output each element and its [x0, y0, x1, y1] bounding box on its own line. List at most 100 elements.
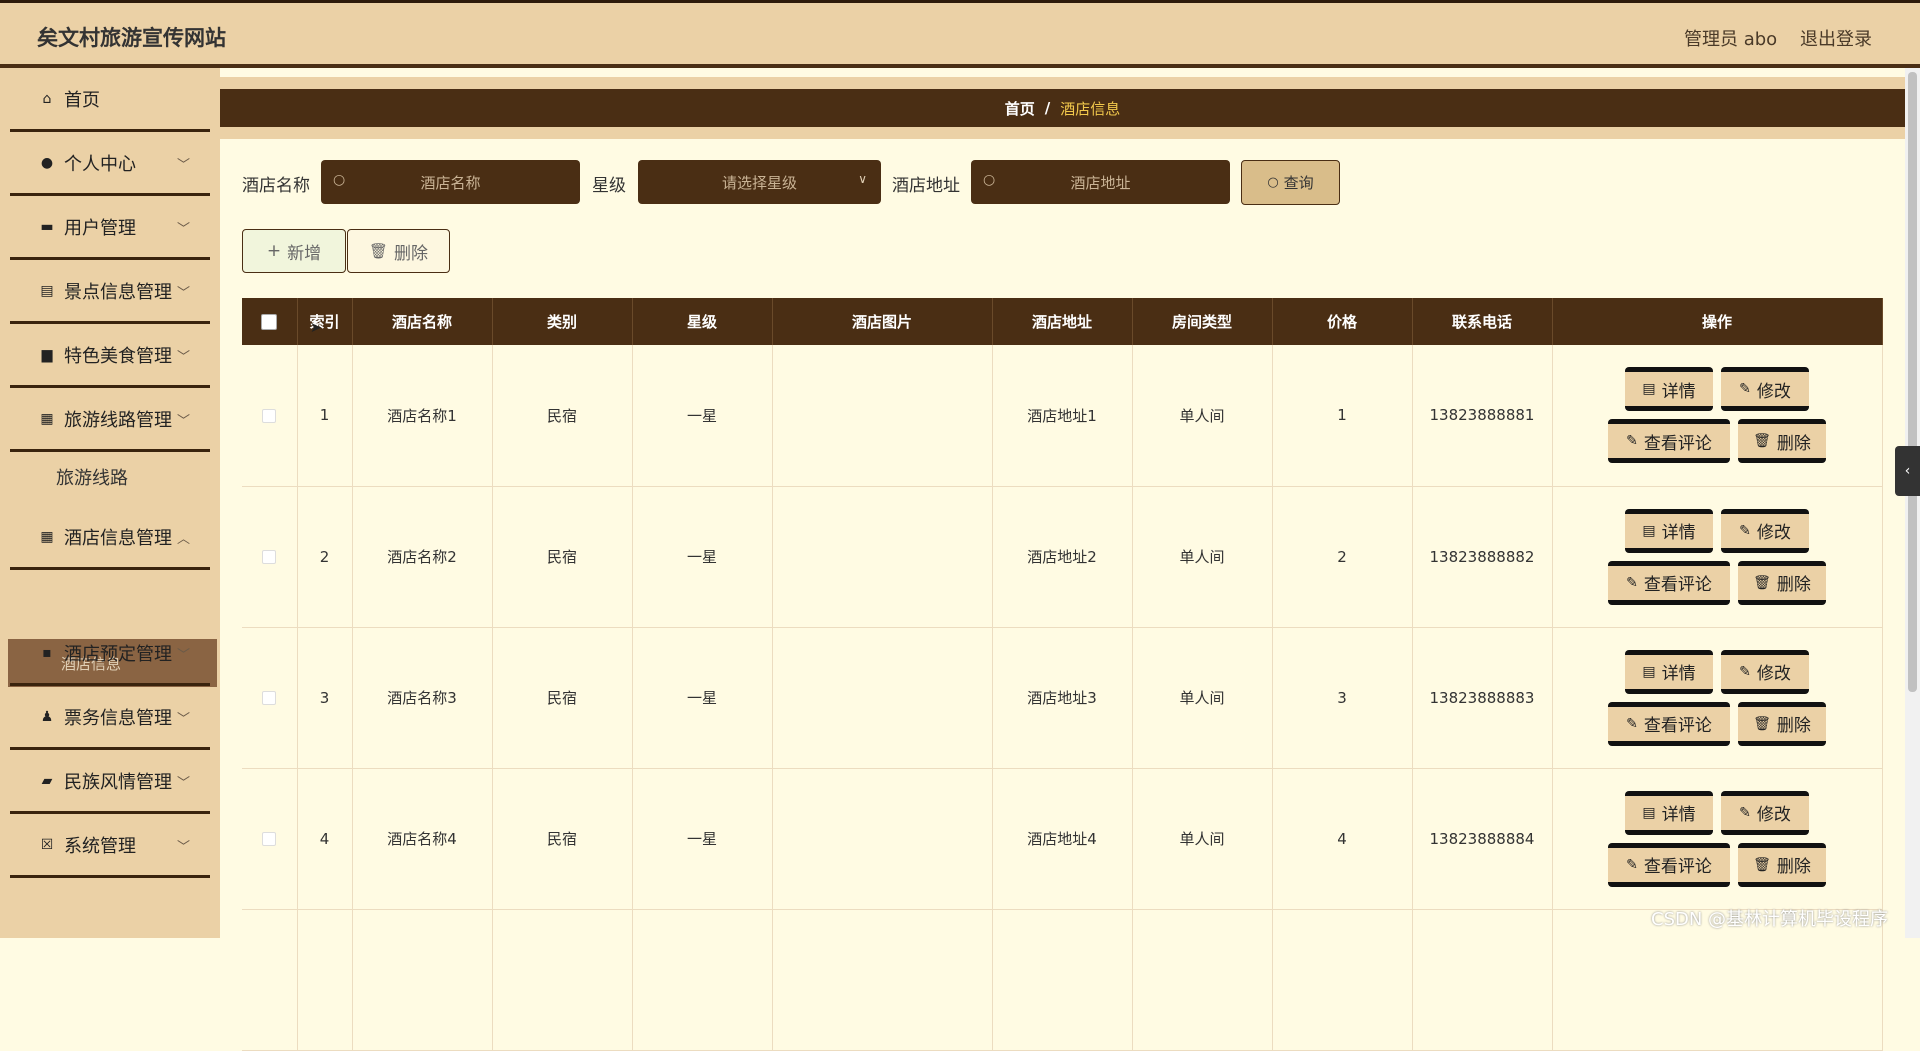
column-header: 操作: [1552, 298, 1883, 345]
row-checkbox[interactable]: [262, 832, 277, 846]
select-all-header[interactable]: [242, 298, 298, 345]
sidebar-item-hotel-management[interactable]: ▦ 酒店信息管理 ︿: [10, 506, 210, 570]
delete-row-button[interactable]: 🗑 删除: [1738, 842, 1826, 887]
category-cell: 民宿: [492, 627, 633, 769]
detail-label: 详情: [1661, 381, 1696, 402]
delete-row-button[interactable]: 🗑 删除: [1738, 560, 1826, 605]
pencil-icon: ✎: [1626, 715, 1638, 732]
star-placeholder: 请选择星级: [721, 173, 797, 192]
menu-label: 酒店预定管理: [64, 643, 172, 665]
delete-row-button[interactable]: 🗑 删除: [1738, 701, 1826, 746]
sidebar-item-personal-center[interactable]: ● 个人中心 ﹀: [10, 132, 210, 196]
search-icon: ○: [333, 172, 346, 188]
watermark: CSDN @基林计算机毕设程序: [1651, 909, 1889, 930]
sidebar-item-scenic-management[interactable]: ▤ 景点信息管理 ﹀: [10, 260, 210, 324]
row-checkbox[interactable]: [262, 408, 277, 423]
star-cell: 一星: [632, 627, 773, 769]
row-select-cell[interactable]: [242, 486, 298, 628]
user-icon: ●: [40, 154, 54, 171]
detail-button[interactable]: ▤ 详情: [1625, 508, 1713, 553]
hotel-address-placeholder: 酒店地址: [1070, 173, 1131, 192]
delete-row-button[interactable]: 🗑 删除: [1738, 419, 1826, 464]
sidebar-item-ticket-management[interactable]: ♟ 票务信息管理 ﹀: [10, 686, 210, 750]
document-icon: ▤: [1642, 804, 1656, 821]
empty-cell: [772, 909, 993, 1051]
document-icon: ▤: [1642, 663, 1656, 680]
home-icon: ⌂: [42, 90, 52, 107]
menu-label: 民族风情管理: [64, 771, 172, 793]
sidebar-item-food-management[interactable]: ▆ 特色美食管理 ﹀: [10, 324, 210, 388]
detail-label: 详情: [1661, 805, 1696, 825]
actions-cell: ▤ 详情 ✎ 修改 ✎ 查看评论 🗑 删除: [1552, 345, 1883, 487]
phone-cell: 13823888881: [1412, 345, 1553, 487]
actions-cell: ▤ 详情 ✎ 修改 ✎ 查看评论 🗑 删除: [1552, 627, 1883, 769]
menu-label: 系统管理: [64, 835, 136, 857]
price-cell: 1: [1272, 345, 1413, 487]
edit-button[interactable]: ✎ 修改: [1721, 508, 1809, 553]
hotel-image-cell: [772, 768, 993, 910]
detail-button[interactable]: ▤ 详情: [1625, 790, 1713, 835]
sidebar-item-route-management[interactable]: ▦ 旅游线路管理 ﹀: [10, 388, 210, 452]
category-cell: 民宿: [492, 768, 633, 910]
detail-button[interactable]: ▤ 详情: [1625, 649, 1713, 694]
sidebar-item-booking-management[interactable]: ▪ 酒店预定管理 ﹀: [10, 622, 210, 686]
edit-button[interactable]: ✎ 修改: [1721, 367, 1809, 412]
query-button[interactable]: ○ 查询: [1241, 160, 1340, 205]
row-checkbox[interactable]: [262, 550, 277, 564]
menu-label: 用户管理: [64, 217, 136, 239]
star-cell: 一星: [632, 345, 773, 487]
empty-cell: [992, 909, 1133, 1051]
sidebar-item-home[interactable]: ⌂ 首页: [10, 68, 210, 132]
column-header: 联系电话: [1412, 298, 1553, 345]
view-comments-button[interactable]: ✎ 查看评论: [1608, 419, 1730, 464]
select-all-checkbox[interactable]: [261, 314, 278, 330]
hotel-name-input[interactable]: ○ 酒店名称: [321, 160, 580, 204]
current-user[interactable]: 管理员 abo: [1684, 25, 1777, 51]
chevron-down-icon: ﹀: [176, 776, 190, 791]
settings-icon: ☒: [40, 836, 54, 853]
price-cell: 4: [1272, 768, 1413, 910]
column-header: 酒店地址: [992, 298, 1133, 345]
hotel-address-input[interactable]: ○ 酒店地址: [971, 160, 1230, 204]
logout-link[interactable]: 退出登录: [1800, 25, 1872, 51]
room-type-cell: 单人间: [1132, 345, 1273, 487]
batch-delete-button[interactable]: 🗑 删除: [347, 229, 450, 273]
scrollbar-thumb[interactable]: [1908, 72, 1917, 692]
plus-icon: +: [266, 241, 282, 261]
row-select-cell[interactable]: [242, 768, 298, 910]
row-select-cell[interactable]: [242, 627, 298, 769]
row-checkbox[interactable]: [262, 691, 277, 705]
add-button[interactable]: + 新增: [242, 229, 346, 273]
table-row: 3 酒店名称3 民宿 一星 酒店地址3 单人间 3 13823888883 ▤ 详情 ✎ 修改 ✎ 查看评…: [242, 627, 1883, 769]
sidebar-item-user-management[interactable]: ▬ 用户管理 ﹀: [10, 196, 210, 260]
hotel-name-cell: 酒店名称2: [352, 486, 493, 628]
breadcrumb-home[interactable]: 首页: [1005, 98, 1035, 119]
row-select-cell[interactable]: [242, 345, 298, 487]
breadcrumb-separator: /: [1044, 99, 1051, 117]
edit-button[interactable]: ✎ 修改: [1721, 790, 1809, 835]
sidebar-item-culture-management[interactable]: ▰ 民族风情管理 ﹀: [10, 750, 210, 814]
table-header-row: 索引 酒店名称 类别 星级 酒店图片 酒店地址 房间类型 价格 联系电话 操作: [242, 298, 1883, 345]
delete-row-label: 删除: [1776, 575, 1811, 595]
detail-button[interactable]: ▤ 详情: [1625, 367, 1713, 412]
view-comments-button[interactable]: ✎ 查看评论: [1608, 842, 1730, 887]
chevron-down-icon: ﹀: [176, 350, 190, 365]
view-comments-button[interactable]: ✎ 查看评论: [1608, 701, 1730, 746]
collapse-panel-tab[interactable]: ‹: [1895, 446, 1920, 496]
menu-label: 首页: [64, 89, 100, 111]
column-header: 索引: [297, 298, 353, 345]
edit-button[interactable]: ✎ 修改: [1721, 649, 1809, 694]
hotel-name-cell: 酒店名称3: [352, 627, 493, 769]
pencil-icon: ✎: [1739, 522, 1751, 539]
star-select[interactable]: 请选择星级 ∨: [638, 160, 881, 204]
view-comments-label: 查看评论: [1643, 716, 1712, 736]
price-cell: 3: [1272, 627, 1413, 769]
view-comments-button[interactable]: ✎ 查看评论: [1608, 560, 1730, 605]
chat-icon: ▪: [42, 644, 52, 661]
empty-cell: [242, 909, 298, 1051]
pencil-icon: ✎: [1739, 804, 1751, 821]
sidebar-item-system-management[interactable]: ☒ 系统管理 ﹀: [10, 814, 210, 878]
grid-icon: ▦: [40, 528, 54, 545]
pencil-icon: ✎: [1739, 663, 1751, 680]
sidebar-subitem-routes[interactable]: 旅游线路: [10, 452, 210, 502]
